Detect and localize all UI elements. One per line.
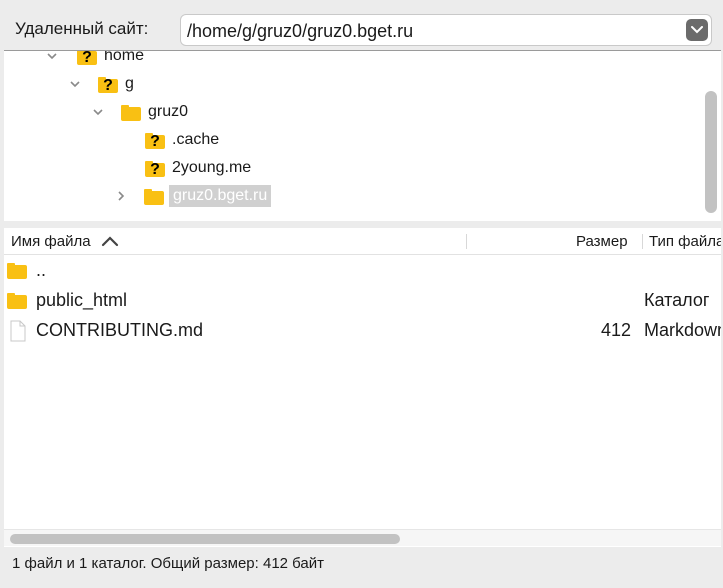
- tree-item-label: g: [125, 75, 134, 92]
- file-name: CONTRIBUTING.md: [36, 320, 204, 340]
- unknown-folder-icon: ?: [144, 130, 166, 150]
- unknown-folder-icon: ?: [144, 158, 166, 178]
- chevron-down-icon[interactable]: [90, 104, 106, 120]
- tree-item-label: .cache: [172, 131, 220, 148]
- column-header-name[interactable]: Имя файла: [11, 233, 119, 250]
- tree-item-2young[interactable]: ? 2young.me: [144, 155, 251, 181]
- file-icon: [6, 320, 28, 347]
- file-name: public_html: [36, 290, 128, 310]
- column-separator[interactable]: [466, 234, 467, 249]
- file-type: Markdown: [644, 320, 721, 340]
- unknown-folder-icon: ?: [97, 74, 119, 94]
- file-list-horizontal-scrollbar[interactable]: [10, 534, 400, 544]
- file-type: Каталог: [644, 290, 710, 310]
- tree-item-cache[interactable]: ? .cache: [144, 127, 219, 153]
- remote-directory-tree: ? home ? g gruz0 ? .cache ? 2young.me gr…: [4, 50, 721, 221]
- svg-text:?: ?: [82, 50, 92, 66]
- file-size: 412: [600, 320, 631, 340]
- file-row[interactable]: public_html Каталог: [4, 286, 721, 314]
- remote-site-label: Удаленный сайт:: [15, 19, 149, 38]
- tree-item-label: home: [104, 50, 145, 64]
- folder-icon: [6, 260, 28, 285]
- column-header-type[interactable]: Тип файла: [649, 233, 721, 250]
- status-text: 1 файл и 1 каталог. Общий размер: 412 ба…: [12, 555, 325, 572]
- chevron-right-icon[interactable]: [113, 188, 129, 204]
- file-row[interactable]: ..: [4, 256, 721, 284]
- column-separator[interactable]: [642, 234, 643, 249]
- chevron-down-icon[interactable]: [67, 76, 83, 92]
- tree-item-label: gruz0: [148, 103, 189, 120]
- file-row[interactable]: CONTRIBUTING.md 412 Markdown: [4, 316, 721, 344]
- tree-item-g[interactable]: ? g: [67, 71, 134, 97]
- svg-text:?: ?: [150, 133, 160, 150]
- column-header-size[interactable]: Размер: [576, 233, 628, 250]
- unknown-folder-icon: ?: [76, 50, 98, 66]
- folder-icon: [120, 102, 142, 122]
- tree-item-label: gruz0.bget.ru: [169, 185, 272, 207]
- tree-item-label: 2young.me: [172, 159, 252, 176]
- tree-item-gruz0[interactable]: gruz0: [90, 99, 188, 125]
- file-name: ..: [36, 260, 47, 280]
- remote-path-combobox[interactable]: /home/g/gruz0/gruz0.bget.ru: [180, 14, 712, 46]
- column-header-name-label: Имя файла: [11, 233, 91, 250]
- tree-item-gruz0-bget-ru[interactable]: gruz0.bget.ru: [113, 183, 272, 209]
- remote-file-list: Имя файла Размер Тип файла .. public_htm…: [4, 228, 721, 547]
- tree-item-home[interactable]: ? home: [44, 50, 145, 69]
- chevron-down-icon[interactable]: [44, 50, 60, 64]
- dropdown-button[interactable]: [686, 19, 708, 41]
- status-bar: 1 файл и 1 каталог. Общий размер: 412 ба…: [4, 549, 721, 577]
- remote-path-input[interactable]: /home/g/gruz0/gruz0.bget.ru: [187, 21, 413, 42]
- folder-icon: [143, 186, 165, 206]
- svg-text:?: ?: [103, 77, 113, 94]
- sort-ascending-icon: [101, 236, 118, 247]
- file-list-header: Имя файла Размер Тип файла: [4, 228, 721, 255]
- svg-text:?: ?: [150, 161, 160, 178]
- file-list-horizontal-scrollbar-track: [4, 529, 721, 546]
- folder-icon: [6, 290, 28, 315]
- tree-vertical-scrollbar[interactable]: [705, 91, 717, 213]
- remote-site-bar: Удаленный сайт: /home/g/gruz0/gruz0.bget…: [0, 0, 723, 50]
- chevron-down-icon: [691, 26, 703, 34]
